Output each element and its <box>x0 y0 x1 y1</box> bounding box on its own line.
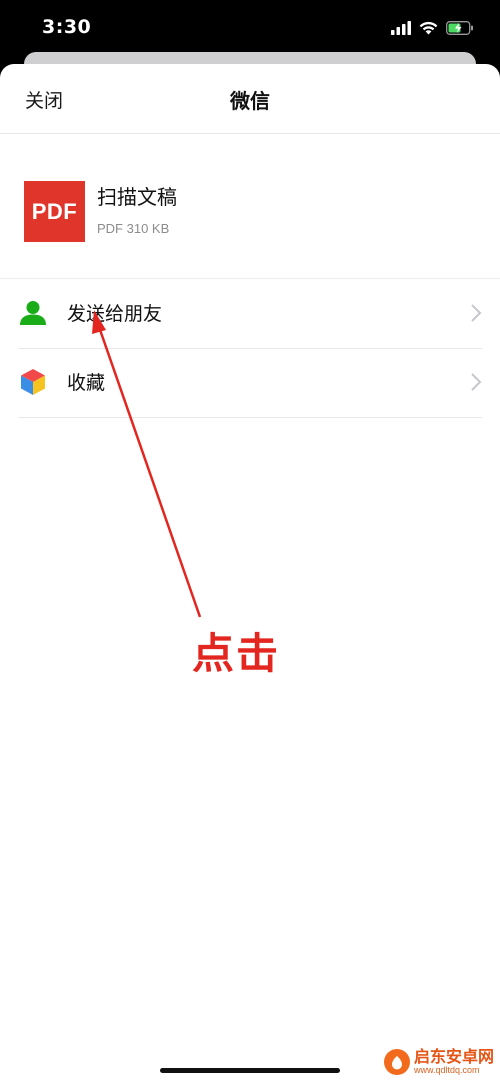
file-meta: PDF 310 KB <box>97 221 170 236</box>
battery-charging-icon <box>446 21 473 35</box>
annotation-label: 点击 <box>192 629 281 678</box>
status-bar: 3:30 <box>0 0 500 60</box>
chevron-right-icon <box>470 372 482 392</box>
watermark: 启东安卓网 www.qdltdq.com <box>383 1046 494 1075</box>
action-sheet: 关闭 微信 PDF 扫描文稿 PDF 310 KB 发送给朋友 收藏 <box>0 64 500 1083</box>
file-card: PDF 扫描文稿 PDF 310 KB <box>0 134 500 278</box>
menu-item-label: 发送给朋友 <box>67 303 163 325</box>
favorites-cube-icon <box>18 367 48 397</box>
signal-icon <box>391 21 411 35</box>
wifi-icon <box>419 21 438 35</box>
menu-item-label: 收藏 <box>67 372 106 394</box>
watermark-logo-icon <box>383 1048 410 1075</box>
watermark-name: 启东安卓网 <box>413 1046 494 1066</box>
send-to-friend-item[interactable]: 发送给朋友 <box>18 279 482 349</box>
status-time: 3:30 <box>42 16 92 38</box>
status-icons <box>391 18 474 38</box>
favorites-item[interactable]: 收藏 <box>18 348 482 418</box>
pdf-file-icon: PDF <box>24 181 85 242</box>
file-name: 扫描文稿 <box>97 185 177 209</box>
page-title: 微信 <box>230 89 270 113</box>
nav-bar: 关闭 微信 <box>0 64 500 134</box>
watermark-url: www.qdltdq.com <box>413 1064 480 1075</box>
chevron-right-icon <box>470 303 482 323</box>
person-icon <box>18 298 48 328</box>
home-indicator[interactable] <box>160 1068 340 1073</box>
